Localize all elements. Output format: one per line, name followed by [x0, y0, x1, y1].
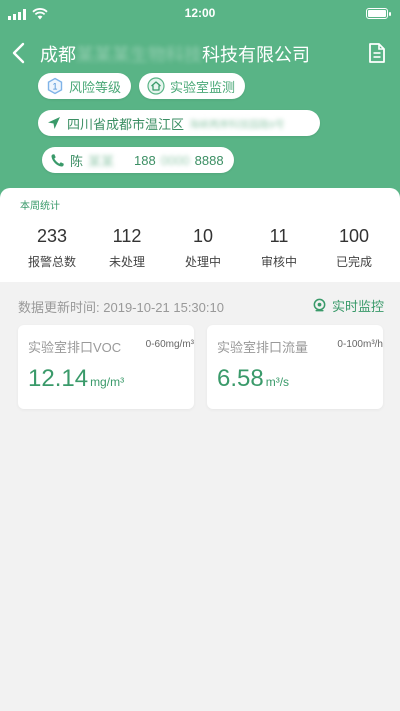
update-label: 数据更新时间: — [18, 300, 100, 315]
phone-masked: 0000 — [160, 152, 190, 168]
status-time: 12:00 — [184, 6, 216, 20]
title-suffix: 科技有限公司 — [202, 45, 310, 65]
stat-completed[interactable]: 100 已完成 — [314, 226, 394, 270]
metric-unit: m³/s — [265, 375, 290, 389]
header: 12:00 成都某某某生物科技科技有限公司 1 风险等级 实验室监测 四川省成都… — [0, 0, 400, 205]
title-masked: 某某某生物科技 — [76, 45, 202, 65]
back-button[interactable] — [8, 40, 32, 66]
camera-icon — [313, 298, 326, 312]
metric-range: 0-60mg/m³ — [145, 339, 194, 350]
metric-value: 6.58 m³/s — [217, 365, 289, 393]
stat-processing[interactable]: 10 处理中 — [163, 226, 243, 270]
stat-value: 10 — [192, 226, 214, 246]
risk-level-label: 风险等级 — [69, 79, 122, 95]
phone-suffix: 8888 — [194, 152, 224, 168]
weekly-stats-title: 本周统计 — [20, 201, 60, 212]
risk-badge-number: 1 — [52, 82, 57, 92]
metric-range: 0-100m³/h — [337, 339, 383, 350]
document-icon — [369, 43, 385, 63]
metric-name: 实验室排口流量 — [217, 340, 309, 355]
risk-level-tag[interactable]: 1 风险等级 — [38, 73, 132, 99]
update-time: 2019-10-21 15:30:10 — [103, 300, 224, 315]
stat-value: 233 — [36, 226, 68, 246]
address-chip[interactable]: 四川省成都市温江区 海峡两岸科技园路9号 — [38, 110, 320, 136]
contact-name-masked: 某某 — [88, 153, 115, 169]
document-button[interactable] — [368, 42, 386, 64]
title-prefix: 成都 — [40, 45, 76, 65]
address-text: 四川省成都市温江区 — [67, 116, 185, 132]
phone-icon — [51, 153, 64, 167]
stat-value: 100 — [338, 226, 370, 246]
battery-icon — [366, 8, 391, 19]
stat-label: 处理中 — [184, 255, 221, 269]
metric-card-voc[interactable]: 实验室排口VOC 0-60mg/m³ 12.14 mg/m³ — [18, 325, 194, 409]
stat-value: 112 — [112, 226, 142, 246]
stat-label: 审核中 — [260, 255, 297, 269]
lab-monitoring-label: 实验室监测 — [170, 79, 236, 95]
stat-unprocessed[interactable]: 112 未处理 — [87, 226, 167, 270]
stat-reviewing[interactable]: 11 审核中 — [239, 226, 319, 270]
stat-label: 报警总数 — [27, 255, 76, 269]
stat-total-alarms[interactable]: 233 报警总数 — [12, 226, 92, 270]
nav-bar: 成都某某某生物科技科技有限公司 — [0, 36, 400, 70]
contact-name: 陈 — [70, 153, 84, 169]
realtime-monitor-label: 实时监控 — [331, 299, 384, 314]
metric-number: 12.14 — [28, 365, 89, 392]
hexagon-badge-icon: 1 — [47, 77, 63, 95]
page-title: 成都某某某生物科技科技有限公司 — [40, 41, 310, 67]
data-update-time: 数据更新时间: 2019-10-21 15:30:10 — [18, 297, 224, 316]
metric-number: 6.58 — [217, 365, 264, 392]
metric-card-flow[interactable]: 实验室排口流量 0-100m³/h 6.58 m³/s — [207, 325, 383, 409]
stat-value: 11 — [269, 226, 289, 246]
lab-monitoring-tag[interactable]: 实验室监测 — [139, 73, 246, 99]
chevron-left-icon — [12, 42, 25, 64]
realtime-monitor-button[interactable]: 实时监控 — [312, 296, 384, 315]
contact-chip[interactable]: 陈某某 188 0000 8888 — [42, 147, 234, 173]
location-arrow-icon — [48, 117, 60, 129]
stat-label: 未处理 — [108, 255, 145, 269]
metric-name: 实验室排口VOC — [28, 340, 122, 355]
address-masked: 海峡两岸科技园路9号 — [189, 119, 285, 131]
metric-value: 12.14 mg/m³ — [28, 365, 124, 393]
lab-home-icon — [147, 77, 165, 95]
weekly-stats-card: 本周统计 233 报警总数 112 未处理 10 处理中 11 审核中 100 … — [0, 188, 400, 282]
stat-label: 已完成 — [335, 255, 372, 269]
metric-unit: mg/m³ — [90, 375, 125, 389]
phone-prefix: 188 — [134, 152, 156, 168]
status-bar: 12:00 — [0, 0, 400, 28]
